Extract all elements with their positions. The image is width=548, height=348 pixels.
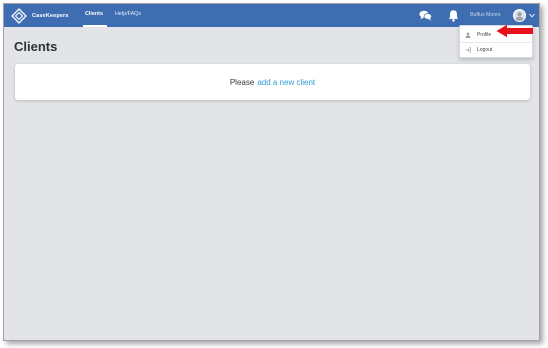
user-name[interactable]: Buffus Moore [470, 12, 501, 18]
user-avatar-icon [515, 12, 524, 21]
page-title: Clients [14, 39, 58, 54]
user-icon [465, 32, 471, 38]
logout-icon [465, 47, 471, 53]
top-navbar: CaseKeepers Clients Help/FAQs Buffus Moo… [4, 4, 539, 27]
avatar[interactable] [513, 9, 526, 22]
nav-link-help-faqs[interactable]: Help/FAQs [115, 11, 141, 17]
add-new-client-link[interactable]: add a new client [257, 78, 315, 87]
red-arrow-annotation [496, 24, 533, 38]
empty-clients-card: Please add a new client [15, 64, 530, 100]
menu-item-logout[interactable]: Logout [460, 43, 532, 57]
empty-state-text: Please [229, 77, 255, 87]
active-nav-indicator [83, 25, 107, 27]
app-window: CaseKeepers Clients Help/FAQs Buffus Moo… [3, 3, 540, 341]
menu-item-label: Profile [477, 32, 492, 38]
brand-name: CaseKeepers [32, 12, 69, 19]
menu-item-label: Logout [477, 47, 493, 53]
nav-link-clients[interactable]: Clients [85, 11, 103, 17]
chevron-down-icon[interactable] [529, 13, 535, 18]
bell-icon[interactable] [448, 9, 459, 22]
brand[interactable]: CaseKeepers [11, 7, 69, 24]
casekeepers-logo-icon [11, 7, 27, 24]
chat-icon[interactable] [419, 10, 432, 21]
